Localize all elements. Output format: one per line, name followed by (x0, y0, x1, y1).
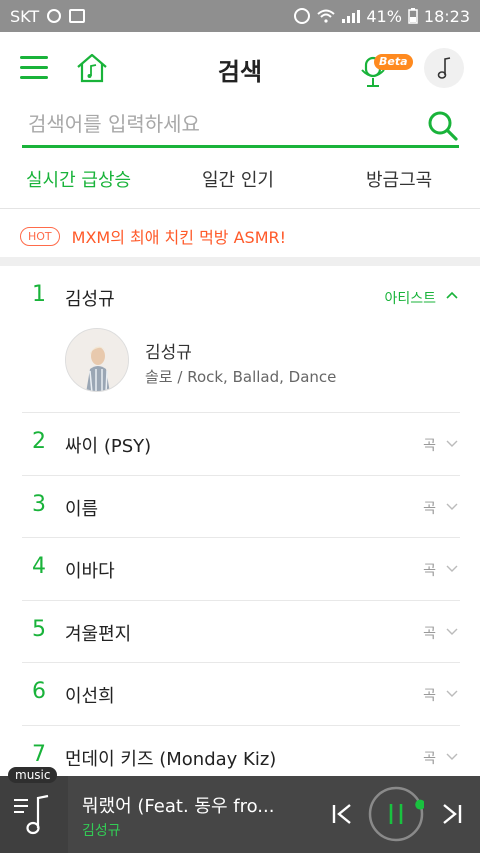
search-icon[interactable] (427, 110, 459, 142)
rank-number: 4 (32, 554, 46, 579)
music-tag: music (8, 767, 58, 783)
next-icon[interactable] (440, 802, 464, 826)
chevron-down-icon[interactable] (446, 687, 458, 699)
ranking-item[interactable]: 2 싸이 (PSY) 곡 (22, 413, 460, 476)
ranking-item[interactable]: 5 겨울편지 곡 (22, 601, 460, 663)
artist-card[interactable]: 김성규 솔로 / Rock, Ballad, Dance (65, 328, 455, 398)
wifi-icon (317, 9, 335, 23)
ranking-name: 이선희 (65, 686, 115, 707)
ranking-type: 곡 (423, 438, 436, 454)
battery-label: 41% (366, 6, 402, 26)
ranking-item[interactable]: 4 이바다 곡 (22, 538, 460, 601)
mini-player[interactable]: 뭐랬어 (Feat. 동우 fro... 김성규 (0, 776, 480, 853)
ranking-list: 1 김성규 아티스트 김성규 솔로 / Rock, Ballad, Dance … (22, 266, 460, 788)
now-playing-button[interactable] (424, 48, 464, 88)
tab-bar: 실시간 급상승 일간 인기 방금그곡 (0, 160, 480, 200)
tab-realtime-rising[interactable]: 실시간 급상승 (26, 166, 131, 192)
chevron-down-icon[interactable] (446, 625, 458, 637)
artist-avatar (65, 328, 129, 392)
rank-number: 6 (32, 679, 46, 704)
player-artist[interactable]: 김성규 (82, 820, 121, 840)
ranking-type: 곡 (423, 500, 436, 517)
ranking-name: 겨울편지 (65, 623, 132, 645)
home-icon[interactable] (74, 50, 110, 86)
ranking-item[interactable]: 3 이름 곡 (22, 476, 460, 538)
hot-badge: HOT (20, 226, 60, 246)
menu-button[interactable] (20, 56, 48, 80)
tab-just-that-song[interactable]: 방금그곡 (366, 166, 432, 192)
app-header: 검색 Beta (0, 32, 480, 104)
tab-daily-popular[interactable]: 일간 인기 (202, 166, 274, 192)
chevron-down-icon[interactable] (446, 750, 458, 762)
ranking-type: 곡 (423, 688, 436, 704)
chevron-down-icon[interactable] (446, 437, 458, 449)
ranking-type: 곡 (423, 750, 436, 767)
rank-number: 5 (32, 616, 46, 642)
ranking-name: 싸이 (PSY) (65, 436, 152, 457)
rank-number: 7 (32, 741, 46, 767)
rank-number: 2 (32, 429, 46, 454)
ranking-item[interactable]: 6 이선희 곡 (22, 663, 460, 726)
chevron-up-icon[interactable] (446, 290, 458, 302)
music-note-icon (437, 57, 451, 79)
search-input[interactable] (22, 104, 412, 144)
battery-icon (408, 8, 418, 24)
player-track-title[interactable]: 뭐랬어 (Feat. 동우 fro... (82, 792, 312, 818)
rank-number: 3 (32, 491, 46, 517)
gallery-notification-icon (69, 9, 86, 23)
ranking-type: 곡 (423, 563, 436, 579)
ranking-type: 곡 (423, 625, 436, 642)
status-bar: SKT 41% 18:23 (0, 0, 480, 32)
ranking-type: 아티스트 (384, 291, 436, 307)
alarm-icon (294, 8, 311, 24)
ranking-name: 이름 (65, 498, 99, 520)
section-separator (0, 257, 480, 266)
playlist-icon (14, 794, 49, 835)
ranking-name: 먼데이 키즈 (Monday Kiz) (65, 748, 277, 770)
beta-badge: Beta (374, 54, 413, 70)
pause-button[interactable] (368, 786, 424, 842)
ranking-name: 이바다 (65, 561, 115, 582)
signal-icon (342, 9, 361, 23)
previous-icon[interactable] (330, 802, 354, 826)
hot-banner[interactable]: HOT MXM의 최애 치킨 먹방 ASMR! (20, 222, 286, 250)
ranking-item[interactable]: 1 김성규 아티스트 김성규 솔로 / Rock, Ballad, Dance (22, 266, 460, 413)
carrier-label: SKT (10, 6, 40, 26)
clock-label: 18:23 (423, 6, 470, 26)
artist-genre: 솔로 / Rock, Ballad, Dance (145, 368, 337, 386)
artist-name: 김성규 (145, 343, 192, 363)
playlist-button[interactable] (0, 776, 68, 853)
hot-text: MXM의 최애 치킨 먹방 ASMR! (71, 228, 287, 247)
search-bar (22, 104, 459, 148)
ranking-name: 김성규 (65, 289, 115, 310)
chevron-down-icon[interactable] (446, 562, 458, 574)
sync-icon (47, 9, 62, 23)
rank-number: 1 (32, 282, 46, 307)
chevron-down-icon[interactable] (446, 500, 458, 512)
tab-divider (0, 208, 480, 209)
voice-search-button[interactable]: Beta (360, 50, 413, 90)
